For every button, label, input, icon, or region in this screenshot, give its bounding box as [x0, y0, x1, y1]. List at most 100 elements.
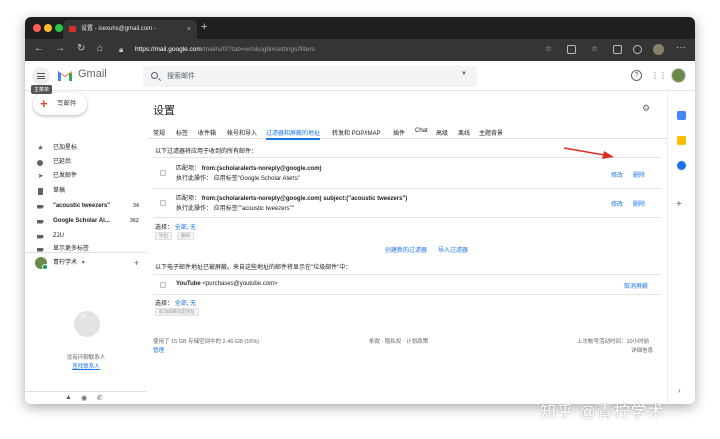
phone-icon[interactable]: ✆ [97, 394, 103, 402]
sidebar-item-snoozed[interactable]: 已延后 [25, 157, 147, 168]
lock-icon: 🔒︎ [119, 45, 124, 54]
settings-tabs: 常规 标签 收件箱 帐号和导入 过滤器和屏蔽的地址 转发和 POP/IMAP 插… [147, 125, 667, 140]
reading-view-icon[interactable] [567, 45, 576, 54]
minimize-window-button[interactable] [44, 24, 52, 32]
sidebar-item-label: Google Scholar Al... [53, 218, 110, 224]
favorites-icon[interactable]: ☆ [591, 44, 598, 53]
label-icon [37, 234, 44, 239]
close-tab-icon[interactable]: × [187, 20, 191, 39]
delete-filter-link[interactable]: 删除 [633, 170, 645, 179]
new-tab-button[interactable]: + [201, 21, 207, 33]
tab-offline[interactable]: 离线 [458, 128, 470, 137]
share-icon[interactable] [633, 45, 642, 54]
compose-button[interactable]: + 写邮件 [33, 93, 87, 115]
refresh-icon[interactable]: ↻ [77, 43, 85, 54]
chevron-right-icon[interactable]: › [678, 386, 681, 395]
tab-filters[interactable]: 过滤器和屏蔽的地址 [266, 128, 321, 140]
edit-filter-link[interactable]: 修改 [611, 199, 623, 208]
tab-addons[interactable]: 插件 [393, 128, 405, 137]
more-options-icon[interactable]: ··· [676, 42, 686, 53]
select-label: 选择： [155, 301, 174, 307]
add-chat-icon[interactable]: + [134, 256, 139, 270]
blocked-email: <purchases@youtube.com> [202, 281, 278, 287]
favorite-star-icon[interactable]: ☆ [545, 44, 552, 53]
blocked-select-row: 选择： 全部, 无 [155, 298, 196, 307]
activity-details-link[interactable]: 详细信息 [631, 346, 653, 354]
keep-icon[interactable] [677, 136, 686, 145]
sidebar-item-drafts[interactable]: 草稿 [25, 186, 147, 197]
terms-links[interactable]: 条款 · 隐私权 · 计划政策 [369, 337, 428, 345]
help-icon[interactable]: ? [631, 70, 642, 81]
calendar-icon[interactable] [677, 111, 686, 120]
unblock-selected-button[interactable]: 取消屏蔽选定地址 [155, 308, 199, 316]
url-field[interactable]: https://mail.google.com/mail/u/0/?tab=wm… [135, 39, 315, 61]
delete-selected-button[interactable]: 删除 [177, 232, 194, 240]
create-filter-link[interactable]: 创建新的过滤器 [385, 245, 427, 254]
unblock-link[interactable]: 取消屏蔽 [624, 281, 648, 290]
browser-window: 设置 - isexuhs@gmail.com - × + ← → ↻ ⌂ 🔒︎ … [25, 17, 695, 404]
apps-grid-icon[interactable]: ⋮⋮ [651, 70, 667, 81]
select-none-link[interactable]: 无 [190, 301, 196, 307]
blocked-checkbox[interactable] [160, 282, 166, 288]
add-addon-icon[interactable]: + [676, 199, 682, 210]
import-filter-link[interactable]: 导入过滤器 [438, 245, 468, 254]
tab-advanced[interactable]: 高级 [436, 128, 448, 137]
select-separator: , [186, 301, 189, 307]
tab-general[interactable]: 常规 [153, 128, 165, 137]
send-icon: ➤ [37, 173, 44, 180]
account-avatar[interactable] [671, 68, 686, 83]
sidebar-item-google-scholar[interactable]: Google Scholar Al... 362 [25, 216, 147, 227]
select-none-link[interactable]: 无 [190, 225, 196, 231]
back-arrow-icon[interactable]: ← [34, 43, 44, 54]
filter-match-label: 匹配项： [176, 196, 201, 202]
home-icon[interactable]: ⌂ [97, 43, 103, 54]
collections-icon[interactable] [613, 45, 622, 54]
search-icon[interactable] [151, 72, 158, 79]
url-path: /mail/u/0/?tab=wm&ogbl#settings/filters [201, 46, 315, 53]
find-contact-link[interactable]: 查找联系人 [25, 362, 147, 370]
filter-action-label: 执行此操作： [176, 206, 213, 212]
browser-tab[interactable]: 设置 - isexuhs@gmail.com - × [63, 20, 197, 39]
filter-match-value: from:(scholaralerts-noreply@google.com) [201, 166, 322, 172]
filter-match-value: from:(scholaralerts-noreply@google.com) … [201, 196, 408, 202]
search-input[interactable]: 搜索邮件 ▼ [143, 66, 477, 87]
watermark-text: 知乎 @青柠学术 [540, 404, 665, 421]
tab-labels[interactable]: 标签 [176, 128, 188, 137]
person-icon[interactable]: ▲ [65, 394, 72, 401]
tasks-icon[interactable] [677, 161, 686, 170]
sidebar-item-starred[interactable]: ★ 已加星标 [25, 143, 147, 154]
tab-inbox[interactable]: 收件箱 [198, 128, 216, 137]
close-window-button[interactable] [33, 24, 41, 32]
filter-select-row: 选择： 全部, 无 [155, 222, 196, 231]
filter-checkbox[interactable] [160, 170, 166, 176]
main-menu-button[interactable] [32, 67, 50, 85]
sidebar-item-acoustic-tweezers[interactable]: "acoustic tweezers" 34 [25, 201, 147, 212]
tab-themes[interactable]: 主题背景 [479, 128, 503, 137]
forward-arrow-icon[interactable]: → [55, 43, 65, 54]
export-button[interactable]: 导出 [155, 232, 172, 240]
select-all-link[interactable]: 全部 [175, 301, 187, 307]
sidebar-item-zju[interactable]: ZJU [25, 231, 147, 242]
tab-forwarding[interactable]: 转发和 POP/IMAP [332, 128, 381, 137]
chevron-down-icon[interactable]: ▾ [82, 260, 85, 266]
maximize-window-button[interactable] [55, 24, 63, 32]
sidebar-item-label: ZJU [53, 233, 64, 239]
chat-bubble-icon[interactable]: ◉ [81, 394, 87, 402]
select-all-link[interactable]: 全部 [175, 225, 187, 231]
browser-profile-avatar[interactable] [653, 44, 664, 55]
delete-filter-link[interactable]: 删除 [633, 199, 645, 208]
select-label: 选择： [155, 225, 174, 231]
blocked-name: YouTube [176, 281, 201, 287]
hangouts-user[interactable]: 青柠学术 ▾ + [35, 256, 147, 270]
search-options-icon[interactable]: ▼ [461, 71, 467, 77]
filter-match-label: 匹配项： [176, 166, 201, 172]
sidebar-item-sent[interactable]: ➤ 已发邮件 [25, 171, 147, 182]
gear-icon[interactable]: ⚙ [642, 103, 650, 114]
tab-accounts[interactable]: 帐号和导入 [227, 128, 257, 137]
edit-filter-link[interactable]: 修改 [611, 170, 623, 179]
sidebar-item-more[interactable]: 显示更多标签 [25, 244, 147, 252]
filter-checkbox[interactable] [160, 200, 166, 206]
tab-chat[interactable]: Chat [415, 128, 428, 134]
manage-storage-link[interactable]: 管理 [153, 346, 164, 354]
url-host: https://mail.google.com [135, 46, 202, 53]
